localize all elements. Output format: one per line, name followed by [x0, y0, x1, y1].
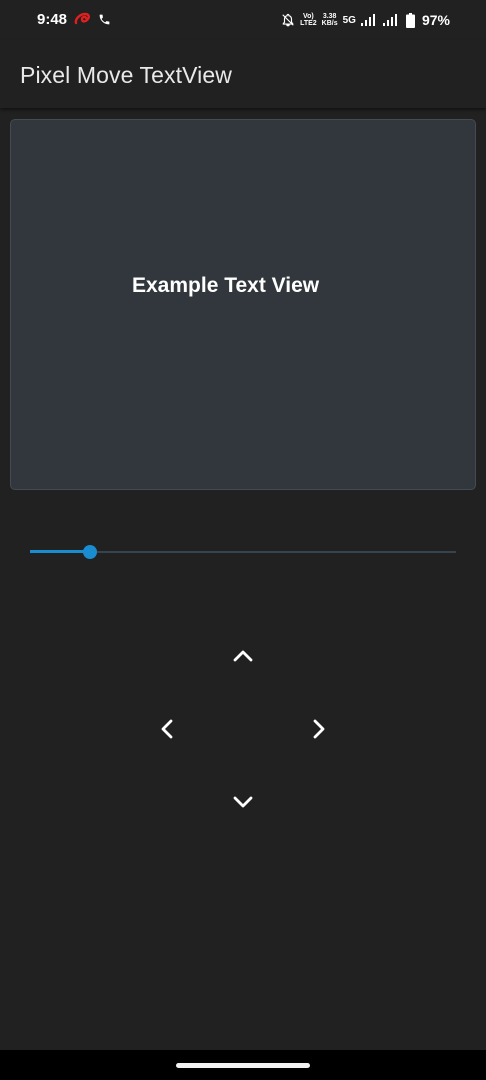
chevron-left-icon	[161, 719, 173, 739]
app-bar: Pixel Move TextView	[0, 40, 486, 108]
example-text-view[interactable]: Example Text View	[132, 274, 319, 298]
battery-percent: 97%	[421, 12, 450, 28]
network-type: 5G	[342, 14, 356, 26]
app-screen: 9:48 Vo) LTE2 3.38 KB/s 5G 97% Pixel Mov…	[0, 0, 486, 1080]
slider-active-track	[30, 550, 90, 553]
navigation-bar	[0, 1050, 486, 1080]
network-speed: 3.38 KB/s	[321, 13, 338, 27]
chevron-down-icon	[233, 796, 253, 808]
chevron-up-icon	[233, 650, 253, 662]
move-up-button[interactable]	[223, 636, 263, 676]
move-down-button[interactable]	[223, 782, 263, 822]
airtel-logo-icon	[74, 12, 90, 25]
status-right-group: Vo) LTE2 3.38 KB/s 5G 97%	[281, 10, 450, 30]
status-bar: 9:48 Vo) LTE2 3.38 KB/s 5G 97%	[0, 0, 486, 40]
home-gesture-handle[interactable]	[176, 1063, 310, 1068]
move-left-button[interactable]	[148, 709, 188, 749]
status-time: 9:48	[37, 11, 68, 28]
signal-icon	[382, 14, 397, 26]
bell-muted-icon	[282, 13, 294, 27]
volte-indicator: Vo) LTE2	[300, 13, 317, 27]
step-size-slider[interactable]	[30, 540, 456, 564]
signal-icon	[360, 14, 375, 26]
text-view-container: Example Text View	[10, 119, 476, 490]
page-title: Pixel Move TextView	[20, 62, 232, 88]
chevron-right-icon	[313, 719, 325, 739]
move-right-button[interactable]	[298, 709, 338, 749]
battery-icon	[405, 12, 415, 28]
phone-call-icon	[99, 14, 110, 25]
slider-thumb[interactable]	[83, 545, 97, 559]
